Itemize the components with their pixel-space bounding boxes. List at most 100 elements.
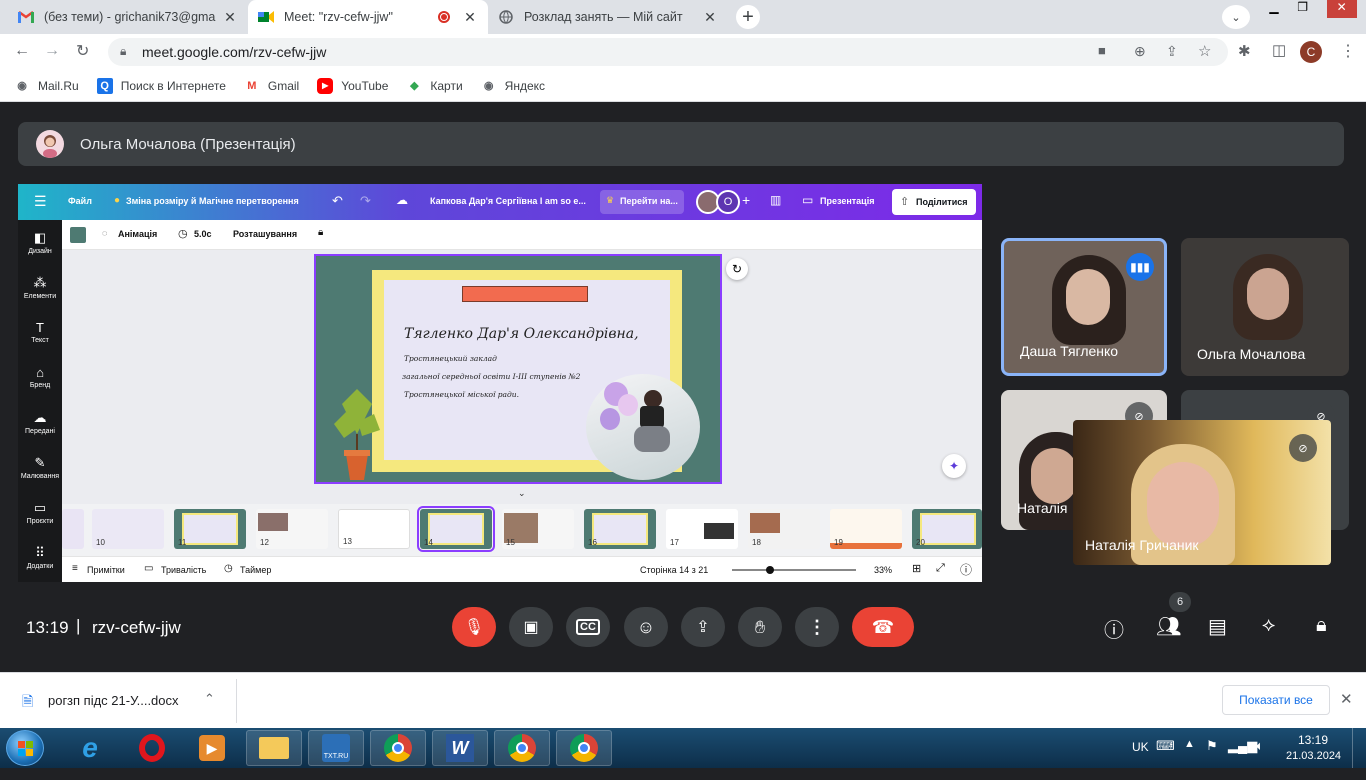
close-icon[interactable]: ✕: [1340, 690, 1353, 708]
tray-expand-icon[interactable]: ▲: [1184, 738, 1195, 750]
bookmark-gmail[interactable]: M Gmail: [244, 78, 299, 94]
host-controls-icon[interactable]: 🔒︎: [1316, 614, 1327, 637]
chevron-up-icon[interactable]: ⌃: [204, 691, 215, 707]
menu-icon[interactable]: ⋮: [1340, 41, 1356, 61]
participant-tile-dasha[interactable]: ▮▮▮ Даша Тягленко: [1001, 238, 1167, 376]
taskbar-chrome-h[interactable]: [494, 730, 550, 766]
show-desktop-button[interactable]: [1352, 728, 1366, 768]
taskbar-chrome-p[interactable]: [556, 730, 612, 766]
volume-icon[interactable]: 🔈︎: [1256, 738, 1264, 754]
camera-icon[interactable]: ■: [1098, 43, 1106, 58]
tab-gmail[interactable]: (без теми) - grichanik73@gmail.c ✕: [8, 0, 248, 34]
animation-button[interactable]: Анімація: [118, 229, 157, 239]
bookmark-search[interactable]: Q Поиск в Интернете: [96, 77, 226, 94]
tab-meet[interactable]: Meet: "rzv-cefw-jjw" ✕: [248, 0, 488, 34]
bookmark-youtube[interactable]: ▶ YouTube: [317, 77, 388, 94]
bookmark-maps[interactable]: ◆ Карти: [406, 78, 463, 94]
slide-thumbnail[interactable]: 19: [830, 509, 902, 549]
download-file-name[interactable]: рогзп підс 21-У....docx: [48, 693, 179, 708]
analytics-icon[interactable]: ▥: [770, 193, 781, 207]
mic-toggle-button[interactable]: 🎙︎: [452, 607, 496, 647]
slide-thumbnail[interactable]: 18: [748, 509, 820, 549]
color-swatch[interactable]: [70, 227, 86, 243]
share-button[interactable]: ⇧ Поділитися: [892, 189, 976, 215]
taskbar-ie[interactable]: e: [62, 730, 118, 766]
people-icon[interactable]: 👥︎: [1156, 614, 1181, 639]
raise-hand-button[interactable]: ✋︎: [738, 607, 782, 647]
file-menu[interactable]: Файл: [68, 196, 92, 206]
close-tab-icon[interactable]: ✕: [462, 9, 478, 26]
sidebar-draw[interactable]: ✎ Малювання: [18, 455, 62, 480]
grid-view-icon[interactable]: ⊞: [912, 562, 921, 575]
help-icon[interactable]: ⓘ: [960, 561, 972, 578]
redo-icon[interactable]: ↷: [360, 193, 371, 209]
slide-thumbnail[interactable]: 17: [666, 509, 738, 549]
magic-assistant-icon[interactable]: ✦: [942, 454, 966, 478]
show-all-button[interactable]: Показати все: [1222, 685, 1330, 715]
clock-date[interactable]: 21.03.2024: [1286, 750, 1341, 762]
zoom-slider-thumb[interactable]: [766, 566, 774, 574]
present-button[interactable]: Презентація: [820, 196, 874, 206]
slide-thumbnail[interactable]: [62, 509, 84, 549]
reload-icon[interactable]: ↻: [76, 41, 89, 61]
sidebar-brand[interactable]: ⌂ Бренд: [18, 365, 62, 389]
captions-button[interactable]: CC: [566, 607, 610, 647]
design-title[interactable]: Капкова Дар'я Сергіївна I am so e...: [430, 196, 586, 206]
zoom-slider[interactable]: [732, 566, 856, 574]
language-indicator[interactable]: UK: [1132, 740, 1149, 754]
camera-toggle-button[interactable]: ▣: [509, 607, 553, 647]
forward-icon[interactable]: →: [44, 42, 60, 60]
slide-thumbnail[interactable]: 11: [174, 509, 246, 549]
slide-canvas[interactable]: Тягленко Дар'я Олександрівна, Тростянець…: [314, 254, 722, 484]
close-tab-icon[interactable]: ✕: [702, 9, 718, 26]
collaborator-avatar-o[interactable]: O: [716, 190, 740, 214]
taskbar-opera[interactable]: [124, 730, 180, 766]
restore-icon[interactable]: ❐: [1297, 0, 1308, 18]
extensions-icon[interactable]: ✱: [1238, 42, 1251, 60]
bookmark-mailru[interactable]: ◉ Mail.Ru: [14, 78, 79, 94]
notes-button[interactable]: Примітки: [87, 565, 125, 575]
resize-menu[interactable]: Зміна розміру й Магічне перетворення: [126, 196, 299, 206]
side-panel-icon[interactable]: ◫: [1272, 41, 1286, 59]
position-button[interactable]: Розташування: [233, 229, 297, 239]
add-collaborator-icon[interactable]: +: [742, 192, 750, 208]
fullscreen-icon[interactable]: ⤢: [936, 562, 945, 575]
slide-thumbnail[interactable]: 13: [338, 509, 410, 549]
info-icon[interactable]: ⓘ: [1104, 614, 1124, 643]
back-icon[interactable]: ←: [14, 42, 30, 60]
taskbar-media[interactable]: ▶: [184, 730, 240, 766]
participant-tile-olga[interactable]: Ольга Мочалова: [1181, 238, 1349, 376]
new-tab-button[interactable]: +: [736, 5, 760, 29]
reactions-button[interactable]: ☺: [624, 607, 668, 647]
present-screen-button[interactable]: ⇪: [681, 607, 725, 647]
clock-time[interactable]: 13:19: [1298, 733, 1328, 747]
taskbar-txtru[interactable]: TXT.RU: [308, 730, 364, 766]
tab-search-button[interactable]: ⌄: [1222, 5, 1250, 29]
network-icon[interactable]: ⚑: [1206, 738, 1218, 754]
refresh-icon[interactable]: ↻: [726, 258, 748, 280]
profile-avatar[interactable]: C: [1300, 41, 1322, 63]
start-button[interactable]: [6, 730, 44, 766]
tab-schedule[interactable]: Розклад занять — Мій сайт ✕: [488, 0, 728, 34]
share-icon[interactable]: ⇪: [1166, 43, 1178, 60]
taskbar-chrome-c[interactable]: [370, 730, 426, 766]
slide-thumbnail[interactable]: 15: [502, 509, 574, 549]
goto-button[interactable]: ♛ Перейти на...: [600, 190, 684, 214]
taskbar-explorer[interactable]: [246, 730, 302, 766]
bookmark-yandex[interactable]: ◉ Яндекс: [481, 78, 545, 94]
taskbar-word[interactable]: W: [432, 730, 488, 766]
sidebar-projects[interactable]: ▭ Проєкти: [18, 500, 62, 525]
timer-button[interactable]: Таймер: [240, 565, 271, 575]
close-tab-icon[interactable]: ✕: [222, 9, 238, 26]
sidebar-uploads[interactable]: ☁ Передані: [18, 410, 62, 435]
minimize-icon[interactable]: ▁: [1269, 0, 1278, 18]
chat-icon[interactable]: ▤: [1208, 614, 1227, 639]
lock-icon[interactable]: 🔒︎: [318, 227, 323, 238]
close-window-icon[interactable]: ✕: [1326, 0, 1357, 18]
undo-icon[interactable]: ↶: [332, 193, 343, 209]
address-bar[interactable]: 🔒︎ meet.google.com/rzv-cefw-jjw ■ ⊕ ⇪ ☆: [108, 38, 1228, 66]
slide-thumbnail[interactable]: 20: [912, 509, 982, 549]
hamburger-icon[interactable]: ☰: [34, 193, 47, 210]
sidebar-apps[interactable]: ⠿ Додатки: [18, 545, 62, 570]
slide-thumbnail[interactable]: 12: [256, 509, 328, 549]
